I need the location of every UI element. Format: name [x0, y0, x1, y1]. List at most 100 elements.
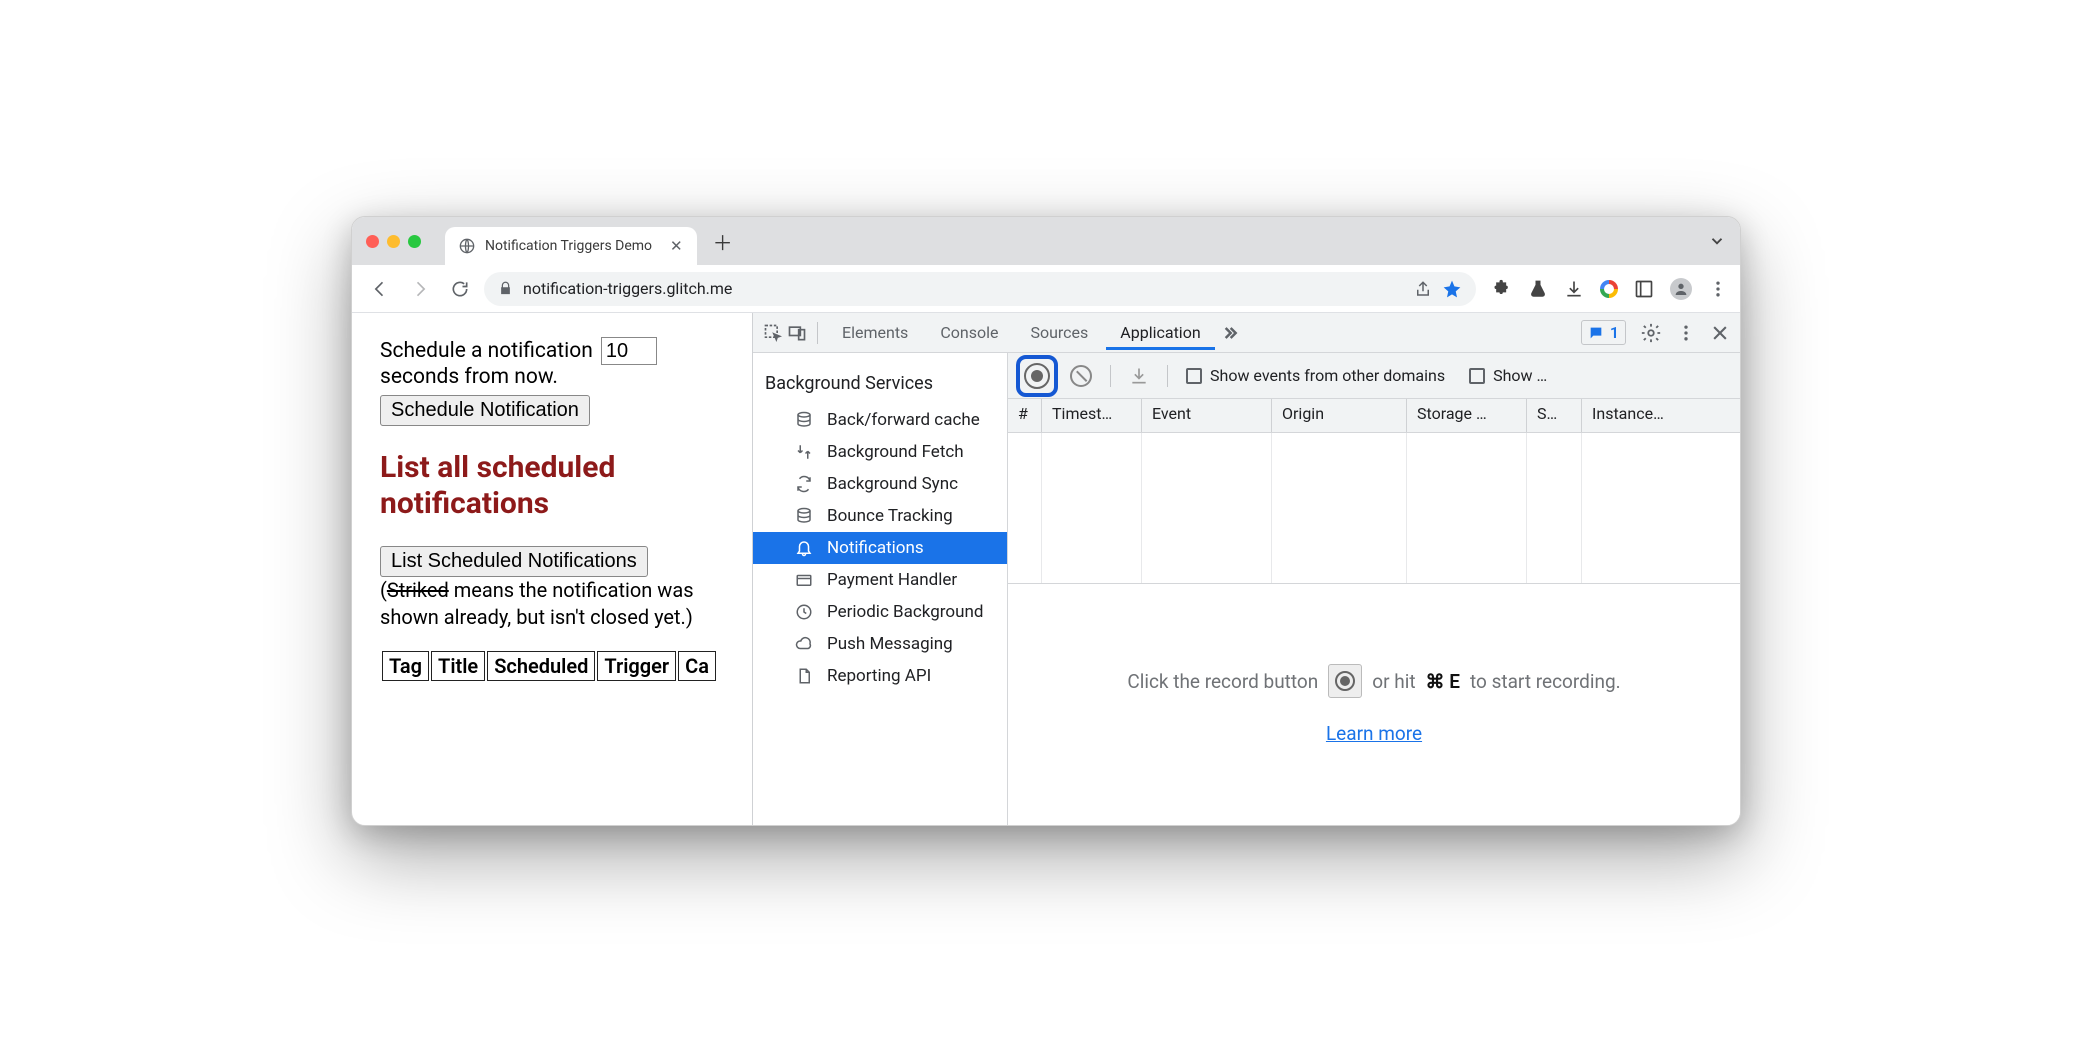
save-icon[interactable] — [1129, 366, 1149, 386]
devtools-tabs: Elements Console Sources Application 1 — [753, 313, 1740, 353]
bookmark-star-icon[interactable] — [1442, 279, 1462, 299]
sidebar-item-bounce[interactable]: Bounce Tracking — [753, 500, 1007, 532]
new-tab-button[interactable]: ＋ — [709, 227, 737, 255]
share-icon[interactable] — [1414, 280, 1432, 298]
schedule-notification-button[interactable]: Schedule Notification — [380, 395, 590, 426]
col-scheduled: Scheduled — [487, 651, 595, 681]
toolbar: notification-triggers.glitch.me — [352, 265, 1740, 313]
empty-state: Click the record button or hit ⌘ E to st… — [1008, 583, 1740, 825]
schedule-suffix: seconds from now. — [380, 365, 558, 389]
col-origin[interactable]: Origin — [1272, 399, 1407, 432]
sidebar-heading: Background Services — [753, 367, 1007, 404]
reading-list-icon[interactable] — [1634, 279, 1654, 299]
col-storage[interactable]: Storage … — [1407, 399, 1527, 432]
tab-sources[interactable]: Sources — [1016, 315, 1102, 350]
application-sidebar: Background Services Back/forward cache B… — [753, 353, 1008, 825]
toolbar-extensions — [1492, 278, 1728, 300]
schedule-row: Schedule a notification — [380, 337, 734, 365]
striked-word: Striked — [387, 578, 449, 602]
notifications-table: Tag Title Scheduled Trigger Ca — [380, 649, 718, 683]
seconds-input[interactable] — [601, 337, 657, 365]
settings-gear-icon[interactable] — [1640, 322, 1662, 344]
application-main: Show events from other domains Show … # … — [1008, 353, 1740, 825]
browser-window: Notification Triggers Demo ✕ ＋ notificat… — [351, 216, 1741, 826]
clock-icon — [793, 603, 815, 621]
browser-menu-icon[interactable] — [1708, 279, 1728, 299]
checkbox-icon — [1469, 368, 1485, 384]
clear-icon[interactable] — [1070, 365, 1092, 387]
col-timestamp[interactable]: Timest… — [1042, 399, 1142, 432]
record-button[interactable] — [1024, 363, 1050, 389]
sidebar-item-bg-fetch[interactable]: Background Fetch — [753, 436, 1007, 468]
window-controls — [366, 235, 421, 248]
col-tag: Tag — [382, 651, 429, 681]
list-scheduled-button[interactable]: List Scheduled Notifications — [380, 546, 648, 577]
browser-tab[interactable]: Notification Triggers Demo ✕ — [445, 227, 697, 265]
events-table-body — [1008, 433, 1740, 583]
lock-icon — [498, 281, 513, 296]
separator — [1167, 365, 1168, 387]
schedule-prefix: Schedule a notification — [380, 339, 593, 363]
maximize-window-button[interactable] — [408, 235, 421, 248]
list-heading: List all scheduled notifications — [380, 450, 734, 522]
globe-icon — [459, 238, 475, 254]
show-more-checkbox[interactable]: Show … — [1469, 366, 1547, 385]
schedule-suffix-row: seconds from now. — [380, 365, 734, 389]
tab-application[interactable]: Application — [1106, 315, 1214, 350]
striked-note: (Striked means the notification was show… — [380, 577, 734, 631]
tab-title: Notification Triggers Demo — [485, 238, 652, 254]
sidebar-item-notifications[interactable]: Notifications — [753, 532, 1007, 564]
address-bar[interactable]: notification-triggers.glitch.me — [484, 272, 1476, 306]
more-tabs-icon[interactable] — [1219, 323, 1239, 343]
extensions-icon[interactable] — [1492, 279, 1512, 299]
downloads-icon[interactable] — [1564, 279, 1584, 299]
database-icon — [793, 411, 815, 429]
back-button[interactable] — [364, 273, 396, 305]
bell-icon — [793, 539, 815, 557]
sidebar-item-push[interactable]: Push Messaging — [753, 628, 1007, 660]
events-table-header: # Timest… Event Origin Storage … S… Inst… — [1008, 399, 1740, 433]
col-ca: Ca — [678, 651, 716, 681]
sidebar-item-payment[interactable]: Payment Handler — [753, 564, 1007, 596]
record-icon — [1328, 664, 1362, 698]
col-instance[interactable]: Instance… — [1582, 399, 1740, 432]
url-text: notification-triggers.glitch.me — [523, 279, 732, 298]
learn-more-link[interactable]: Learn more — [1326, 722, 1422, 745]
col-title: Title — [431, 651, 485, 681]
tab-elements[interactable]: Elements — [828, 315, 922, 350]
separator — [1110, 365, 1111, 387]
google-icon[interactable] — [1600, 280, 1618, 298]
tab-console[interactable]: Console — [926, 315, 1012, 350]
record-hint: Click the record button or hit ⌘ E to st… — [1127, 664, 1620, 698]
col-event[interactable]: Event — [1142, 399, 1272, 432]
devtools-menu-icon[interactable] — [1676, 323, 1696, 343]
col-s[interactable]: S… — [1527, 399, 1582, 432]
events-toolbar: Show events from other domains Show … — [1008, 353, 1740, 399]
col-trigger: Trigger — [597, 651, 676, 681]
close-tab-icon[interactable]: ✕ — [670, 237, 683, 255]
device-mode-icon[interactable] — [787, 323, 807, 343]
close-window-button[interactable] — [366, 235, 379, 248]
forward-button[interactable] — [404, 273, 436, 305]
show-events-other-checkbox[interactable]: Show events from other domains — [1186, 366, 1445, 385]
sidebar-item-reporting[interactable]: Reporting API — [753, 660, 1007, 692]
sidebar-item-periodic[interactable]: Periodic Background — [753, 596, 1007, 628]
shortcut-label: ⌘ E — [1426, 670, 1460, 693]
fetch-icon — [793, 443, 815, 461]
sidebar-item-bf-cache[interactable]: Back/forward cache — [753, 404, 1007, 436]
minimize-window-button[interactable] — [387, 235, 400, 248]
profile-avatar[interactable] — [1670, 278, 1692, 300]
issues-badge[interactable]: 1 — [1581, 320, 1626, 345]
reload-button[interactable] — [444, 273, 476, 305]
devtools-body: Background Services Back/forward cache B… — [753, 353, 1740, 825]
labs-icon[interactable] — [1528, 279, 1548, 299]
devtools-panel: Elements Console Sources Application 1 — [752, 313, 1740, 825]
sidebar-item-bg-sync[interactable]: Background Sync — [753, 468, 1007, 500]
close-devtools-icon[interactable] — [1710, 323, 1730, 343]
document-icon — [793, 667, 815, 685]
inspect-icon[interactable] — [763, 323, 783, 343]
col-hash[interactable]: # — [1008, 399, 1042, 432]
content-area: Schedule a notification seconds from now… — [352, 313, 1740, 825]
cloud-icon — [793, 635, 815, 653]
tabs-menu-button[interactable] — [1708, 232, 1726, 250]
